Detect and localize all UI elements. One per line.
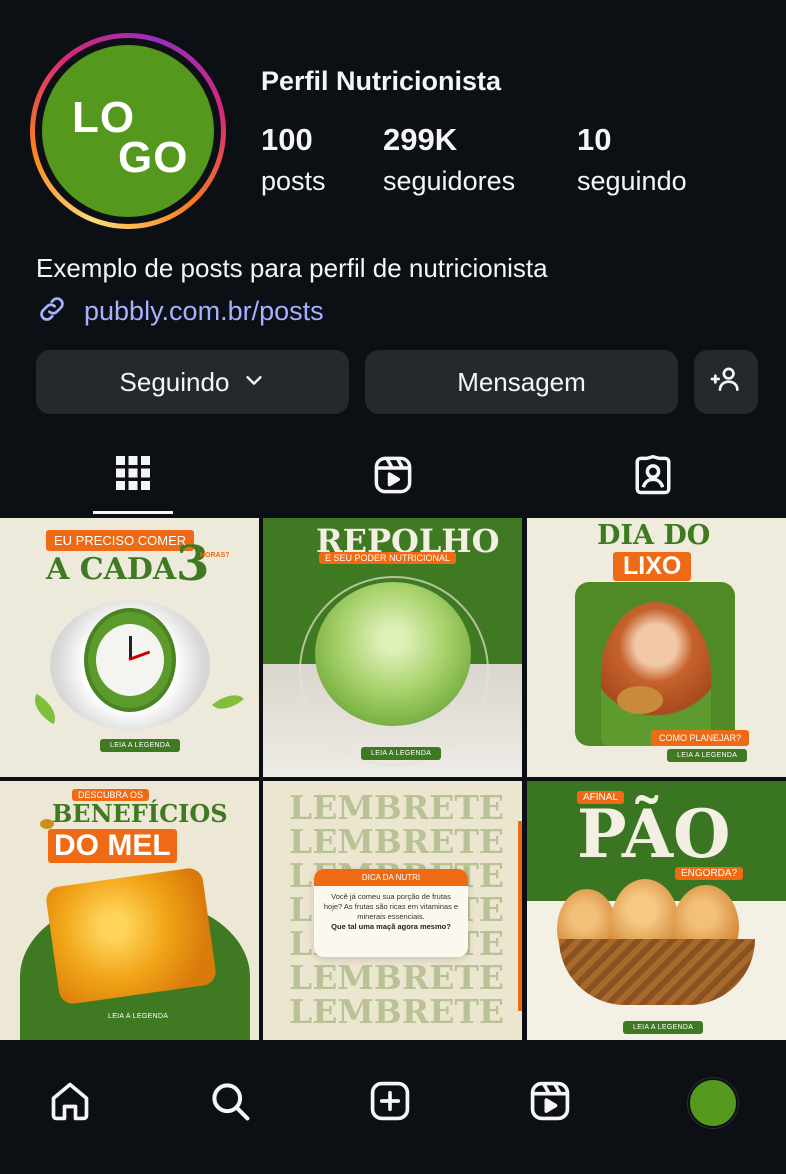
post-tile-4[interactable]: DESCUBRA OS BENEFÍCIOS DO MEL LEIA A LEG… <box>0 781 259 1040</box>
chevron-down-icon <box>243 367 265 398</box>
tab-tagged[interactable] <box>613 440 693 514</box>
profile-avatar[interactable]: LO GO <box>42 45 214 217</box>
post-tile-2[interactable]: REPOLHO E SEU PODER NUTRICIONAL LEIA A L… <box>263 518 522 777</box>
post5-word: LEMBRETE <box>289 992 505 1031</box>
message-button-label: Mensagem <box>457 366 586 397</box>
search-icon <box>208 1079 252 1128</box>
alarm-clock-image <box>84 608 176 712</box>
bottom-navigation <box>0 1041 786 1174</box>
post3-line1: DIA DO <box>597 520 711 551</box>
following-count: 10 <box>577 122 612 157</box>
posts-label: posts <box>261 166 326 196</box>
bee-decoration <box>40 819 54 829</box>
following-button[interactable]: Seguindo <box>36 350 349 414</box>
grid-icon <box>114 454 152 497</box>
profile-link[interactable]: pubbly.com.br/posts <box>84 296 324 327</box>
link-icon <box>36 293 68 330</box>
post4-line2: DO MEL <box>48 829 177 863</box>
nav-reels[interactable] <box>526 1079 574 1127</box>
profile-avatar-ring[interactable]: LO GO <box>30 33 226 229</box>
post6-cta: LEIA A LEGENDA <box>623 1021 704 1034</box>
post5-word: LEMBRETE <box>289 958 505 997</box>
post3-cta: LEIA A LEGENDA <box>667 749 748 762</box>
post3-question: COMO PLANEJAR? <box>651 730 750 746</box>
post3-line2: LIXO <box>613 552 692 581</box>
post5-word: LEMBRETE <box>289 822 505 861</box>
add-person-icon <box>710 363 742 402</box>
posts-count: 100 <box>261 122 313 157</box>
bread-image <box>617 686 663 714</box>
post-tile-3[interactable]: DIA DO LIXO COMO PLANEJAR? LEIA A LEGEND… <box>527 518 786 777</box>
post6-title: PÃO <box>577 795 731 873</box>
home-icon <box>48 1079 92 1128</box>
tip-card-text: Você já comeu sua porção de frutas hoje?… <box>323 892 459 921</box>
profile-name: Perfil Nutricionista <box>261 66 502 96</box>
reels-icon <box>528 1079 572 1128</box>
create-icon <box>368 1079 412 1128</box>
post1-small-text: HORAS? <box>200 552 230 559</box>
post1-cta: LEIA A LEGENDA <box>100 739 181 752</box>
add-person-button[interactable] <box>694 350 758 414</box>
nav-search[interactable] <box>206 1079 254 1127</box>
following-label: seguindo <box>577 166 687 196</box>
post1-top-label: EU PRECISO COMER <box>46 530 195 551</box>
tab-reels[interactable] <box>353 440 433 514</box>
post6-question: ENGORDA? <box>675 867 744 880</box>
post2-cta: LEIA A LEGENDA <box>361 747 442 760</box>
post4-cta: LEIA A LEGENDA <box>98 1010 179 1023</box>
post-tile-1[interactable]: EU PRECISO COMER A CADA 3 HORAS? LEIA A … <box>0 518 259 777</box>
stat-posts[interactable]: 100 posts <box>261 122 326 197</box>
post-tile-6[interactable]: AFINAL PÃO ENGORDA? LEIA A LEGENDA <box>527 781 786 1040</box>
tip-card: DICA DA NUTRI Você já comeu sua porção d… <box>314 869 468 957</box>
tip-card-title: DICA DA NUTRI <box>314 869 468 886</box>
nav-create[interactable] <box>366 1079 414 1127</box>
leaf-decoration <box>27 693 63 725</box>
profile-bio: Exemplo de posts para perfil de nutricio… <box>36 253 548 283</box>
message-button[interactable]: Mensagem <box>365 350 678 414</box>
tab-posts-grid[interactable] <box>93 440 173 514</box>
nav-profile-avatar[interactable] <box>688 1078 738 1128</box>
side-stripe <box>518 821 522 1011</box>
reels-icon <box>372 454 414 501</box>
cabbage-image <box>315 582 471 726</box>
followers-label: seguidores <box>383 166 516 196</box>
green-panel <box>575 582 735 746</box>
stat-following[interactable]: 10 seguindo <box>577 122 687 197</box>
post1-main-text: A CADA <box>46 552 177 587</box>
nav-home[interactable] <box>46 1079 94 1127</box>
logo-text-line2: GO <box>118 133 189 182</box>
post1-number: 3 <box>176 536 210 592</box>
woman-photo <box>601 602 711 746</box>
post-tile-5[interactable]: LEMBRETE LEMBRETE LEMBRETE LEMBRETE LEMB… <box>263 781 522 1040</box>
tagged-icon <box>632 454 674 501</box>
leaf-decoration <box>212 686 244 718</box>
following-button-label: Seguindo <box>119 366 230 397</box>
tip-card-bold: Que tal uma maçã agora mesmo? <box>331 922 451 931</box>
post5-word: LEMBRETE <box>289 788 505 827</box>
followers-count: 299K <box>383 122 458 157</box>
post2-subtitle: E SEU PODER NUTRICIONAL <box>319 552 457 564</box>
profile-link-row[interactable]: pubbly.com.br/posts <box>36 293 324 330</box>
post4-line1: BENEFÍCIOS <box>52 799 228 828</box>
stat-followers[interactable]: 299K seguidores <box>383 122 515 197</box>
honeycomb-image <box>44 866 218 1006</box>
